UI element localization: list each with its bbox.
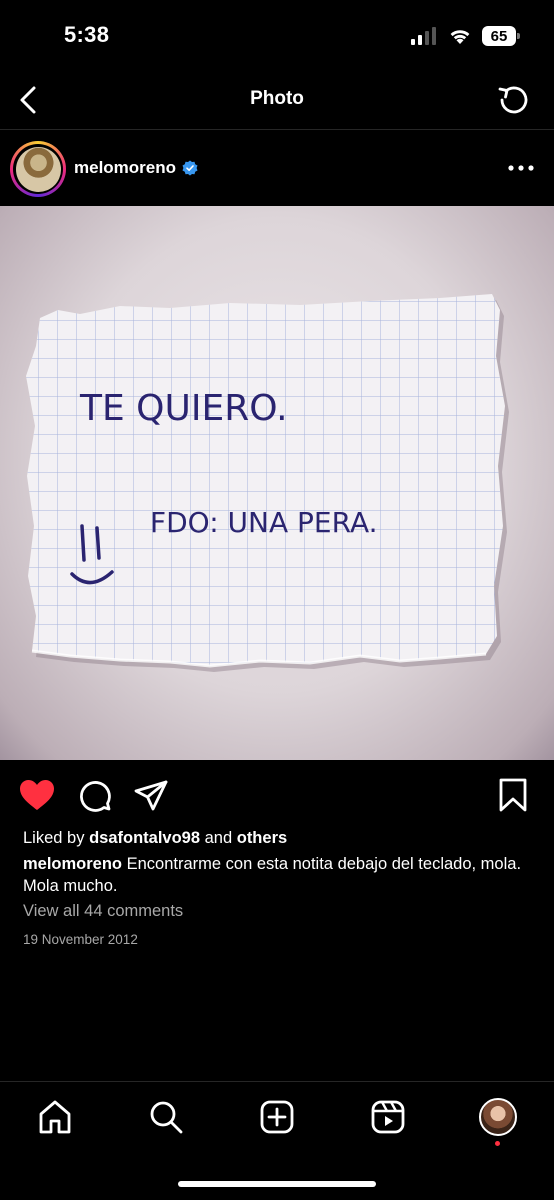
likes-summary[interactable]: Liked by dsafontalvo98 and others (23, 829, 287, 848)
notification-dot (495, 1141, 500, 1146)
nav-reels[interactable] (368, 1097, 408, 1137)
likes-user[interactable]: dsafontalvo98 (89, 829, 200, 847)
save-button[interactable] (498, 778, 530, 814)
home-indicator (178, 1181, 376, 1187)
more-options-button[interactable] (506, 156, 536, 180)
comment-button[interactable] (77, 778, 113, 814)
battery-indicator: 65 (482, 26, 520, 46)
home-icon (39, 1100, 71, 1134)
nav-profile[interactable] (478, 1097, 518, 1137)
verified-badge-icon (182, 160, 198, 176)
nav-search[interactable] (146, 1097, 186, 1137)
post-date: 19 November 2012 (23, 932, 138, 947)
refresh-button[interactable] (494, 80, 534, 120)
author-username-row[interactable]: melomoreno (74, 158, 198, 178)
add-post-icon (260, 1100, 294, 1134)
author-username[interactable]: melomoreno (74, 158, 176, 178)
likes-joiner: and (204, 829, 233, 847)
like-button[interactable] (18, 778, 56, 814)
note-text-line1: TE QUIERO. (79, 388, 288, 429)
caption-username[interactable]: melomoreno (23, 855, 122, 873)
reels-icon (371, 1100, 405, 1134)
status-time: 5:38 (64, 22, 110, 47)
bookmark-icon (499, 778, 527, 812)
cellular-signal-icon (411, 27, 436, 45)
nav-home[interactable] (35, 1097, 75, 1137)
author-avatar[interactable] (10, 141, 66, 197)
more-horizontal-icon (508, 165, 534, 171)
likes-prefix: Liked by (23, 829, 85, 847)
likes-others[interactable]: others (237, 829, 287, 847)
nav-divider (0, 1081, 554, 1082)
refresh-icon (498, 86, 528, 114)
status-icons: 65 (410, 26, 520, 46)
paper-note: TE QUIERO. FDO: UNA PERA. (26, 294, 509, 672)
view-comments-link[interactable]: View all 44 comments (23, 902, 183, 921)
heart-filled-icon (20, 780, 54, 810)
search-icon (150, 1101, 183, 1134)
note-text-line2: FDO: UNA PERA. (150, 506, 378, 539)
profile-avatar (479, 1098, 517, 1136)
share-button[interactable] (133, 778, 169, 814)
page-title: Photo (250, 88, 304, 109)
nav-create[interactable] (257, 1097, 297, 1137)
post-caption: melomoreno Encontrarme con esta notita d… (23, 853, 533, 897)
header-divider (0, 129, 554, 130)
avatar-image (15, 146, 61, 192)
post-photo[interactable]: TE QUIERO. FDO: UNA PERA. (0, 206, 554, 760)
comment-icon (80, 781, 111, 812)
send-icon (134, 780, 168, 811)
wifi-icon (450, 30, 470, 44)
